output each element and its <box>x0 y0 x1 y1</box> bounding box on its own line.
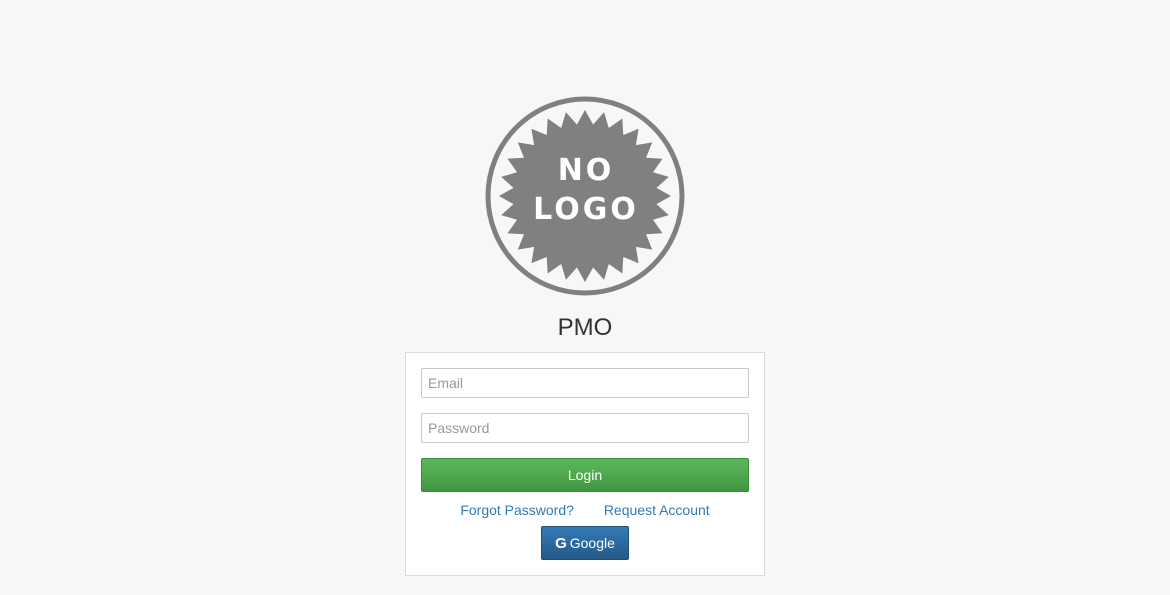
app-title: PMO <box>557 314 613 341</box>
no-logo-image: NO LOGO <box>485 96 685 296</box>
logo-text-line1: NO <box>558 153 615 188</box>
password-field[interactable] <box>421 413 749 443</box>
forgot-password-link[interactable]: Forgot Password? <box>460 502 574 518</box>
google-login-button[interactable]: G Google <box>541 526 629 560</box>
google-button-label: Google <box>569 535 615 551</box>
account-links: Forgot Password? Request Account <box>406 501 764 519</box>
login-panel: Login Forgot Password? Request Account G… <box>405 352 765 576</box>
request-account-link[interactable]: Request Account <box>604 502 710 518</box>
login-button[interactable]: Login <box>421 458 749 492</box>
email-field[interactable] <box>421 368 749 398</box>
google-g-icon: G <box>555 534 567 552</box>
logo-text-line2: LOGO <box>533 192 639 227</box>
